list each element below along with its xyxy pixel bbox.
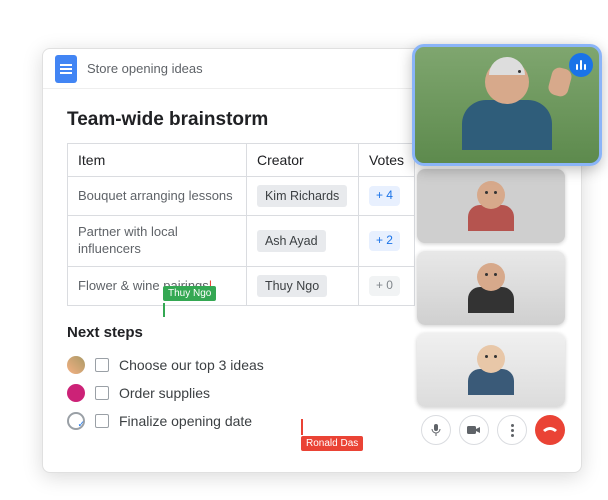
hangup-button[interactable] bbox=[535, 415, 565, 445]
task-label[interactable]: Order supplies bbox=[119, 385, 210, 401]
document-body[interactable]: Team-wide brainstorm Item Creator Votes … bbox=[67, 109, 415, 435]
more-options-button[interactable] bbox=[497, 415, 527, 445]
meet-panel bbox=[417, 169, 565, 445]
cell-creator[interactable]: Kim Richards bbox=[246, 177, 358, 216]
creator-chip[interactable]: Kim Richards bbox=[257, 185, 347, 207]
cell-votes[interactable]: + 0 bbox=[358, 267, 414, 306]
table-header-row: Item Creator Votes bbox=[68, 144, 415, 177]
cell-item[interactable]: Partner with local influencers bbox=[68, 216, 247, 267]
remote-cursor-label: Thuy Ngo bbox=[163, 286, 216, 301]
video-toggle-button[interactable] bbox=[459, 415, 489, 445]
docs-icon bbox=[55, 55, 77, 83]
column-header-item: Item bbox=[68, 144, 247, 177]
cell-item[interactable]: Flower & wine pairings| bbox=[68, 267, 247, 306]
video-tile[interactable] bbox=[417, 251, 565, 325]
mic-toggle-button[interactable] bbox=[421, 415, 451, 445]
active-speaker-tile[interactable] bbox=[412, 44, 602, 166]
next-steps-heading: Next steps bbox=[67, 324, 415, 341]
table-row: Partner with local influencers Ash Ayad … bbox=[68, 216, 415, 267]
table-row: Bouquet arranging lessons Kim Richards +… bbox=[68, 177, 415, 216]
cell-votes[interactable]: + 2 bbox=[358, 216, 414, 267]
table-row: Flower & wine pairings| Thuy Ngo + 0 bbox=[68, 267, 415, 306]
remote-cursor bbox=[301, 419, 303, 435]
progress-icon[interactable] bbox=[67, 412, 85, 430]
remote-cursor bbox=[163, 303, 165, 317]
meet-controls bbox=[417, 415, 565, 445]
task-label[interactable]: Choose our top 3 ideas bbox=[119, 357, 264, 373]
cell-creator[interactable]: Ash Ayad bbox=[246, 216, 358, 267]
task-checkbox[interactable] bbox=[95, 358, 109, 372]
assignee-avatar[interactable] bbox=[67, 384, 85, 402]
vote-chip[interactable]: + 0 bbox=[369, 276, 400, 296]
task-row: Choose our top 3 ideas bbox=[67, 351, 415, 379]
vote-chip[interactable]: + 2 bbox=[369, 231, 400, 251]
vote-chip[interactable]: + 4 bbox=[369, 186, 400, 206]
column-header-votes: Votes bbox=[358, 144, 414, 177]
video-tile[interactable] bbox=[417, 169, 565, 243]
brainstorm-table: Item Creator Votes Bouquet arranging les… bbox=[67, 143, 415, 306]
task-row: Order supplies bbox=[67, 379, 415, 407]
assignee-avatar[interactable] bbox=[67, 356, 85, 374]
cell-item[interactable]: Bouquet arranging lessons bbox=[68, 177, 247, 216]
document-title[interactable]: Store opening ideas bbox=[87, 61, 203, 76]
cell-votes[interactable]: + 4 bbox=[358, 177, 414, 216]
section-heading: Team-wide brainstorm bbox=[67, 109, 415, 131]
task-row: Finalize opening date bbox=[67, 407, 415, 435]
video-tile[interactable] bbox=[417, 333, 565, 407]
column-header-creator: Creator bbox=[246, 144, 358, 177]
creator-chip[interactable]: Ash Ayad bbox=[257, 230, 326, 252]
task-checkbox[interactable] bbox=[95, 386, 109, 400]
task-label[interactable]: Finalize opening date bbox=[119, 413, 252, 429]
speaking-indicator-icon bbox=[569, 53, 593, 77]
cell-creator[interactable]: Thuy Ngo bbox=[246, 267, 358, 306]
task-checkbox[interactable] bbox=[95, 414, 109, 428]
creator-chip[interactable]: Thuy Ngo bbox=[257, 275, 327, 297]
remote-cursor-label: Ronald Das bbox=[301, 436, 363, 451]
